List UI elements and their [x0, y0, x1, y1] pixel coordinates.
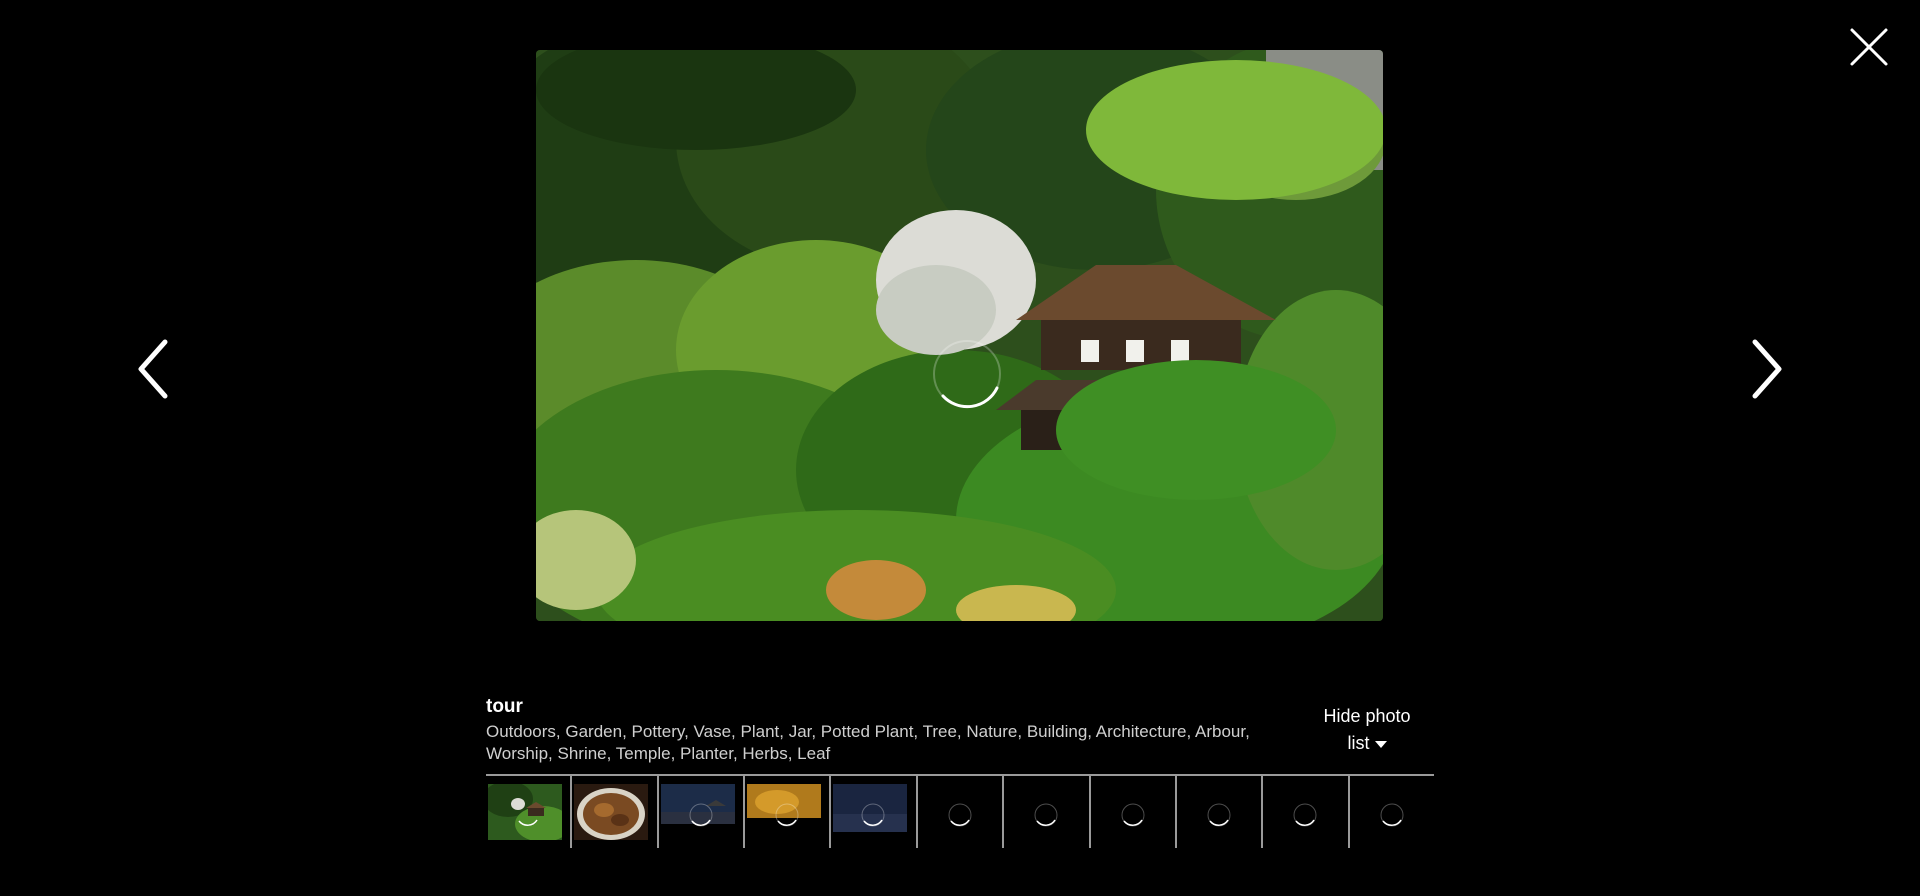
- hide-photo-list-button[interactable]: Hide photo list: [1307, 703, 1427, 757]
- thumbnail-loading-icon: [1292, 802, 1318, 828]
- thumbnail-loading-icon: [947, 802, 973, 828]
- thumbnail[interactable]: [918, 776, 1005, 848]
- thumbnail-loading-icon: [774, 802, 800, 828]
- close-button[interactable]: [1844, 22, 1894, 72]
- chevron-left-icon: [138, 339, 168, 399]
- thumbnail-loading-icon: [1033, 802, 1059, 828]
- main-photo: [536, 50, 1383, 621]
- thumbnail-strip: [486, 774, 1434, 848]
- thumbnail-loading-icon: [1120, 802, 1146, 828]
- photo-title: tour: [486, 696, 523, 717]
- hide-photo-list-label: Hide photo: [1323, 706, 1411, 726]
- loading-spinner: [931, 338, 1003, 410]
- thumbnail[interactable]: [1350, 776, 1434, 848]
- thumbnail[interactable]: [572, 776, 659, 848]
- thumbnail[interactable]: [659, 776, 746, 848]
- chevron-right-icon: [1752, 339, 1782, 399]
- thumbnail[interactable]: [745, 776, 832, 848]
- thumbnail-image: [574, 784, 649, 840]
- photo-tags: Outdoors, Garden, Pottery, Vase, Plant, …: [486, 722, 1250, 763]
- thumbnail-loading-icon: [1379, 802, 1405, 828]
- photo-viewer: tour Outdoors, Garden, Pottery, Vase, Pl…: [0, 0, 1920, 896]
- close-icon: [1850, 28, 1888, 66]
- thumbnail[interactable]: [1177, 776, 1264, 848]
- next-photo-button[interactable]: [1739, 334, 1789, 404]
- thumbnail[interactable]: [831, 776, 918, 848]
- previous-photo-button[interactable]: [131, 334, 181, 404]
- garden-temple-photo: [536, 50, 1383, 621]
- photo-info: tour Outdoors, Garden, Pottery, Vase, Pl…: [486, 695, 1433, 765]
- thumbnail[interactable]: [1004, 776, 1091, 848]
- caret-down-icon: [1374, 740, 1387, 748]
- thumbnail[interactable]: [486, 776, 573, 848]
- thumbnail[interactable]: [1091, 776, 1177, 848]
- thumbnail[interactable]: [1263, 776, 1350, 848]
- thumbnail-loading-icon: [860, 802, 886, 828]
- thumbnail-loading-icon: [688, 802, 714, 828]
- hide-photo-list-label-2: list: [1347, 733, 1370, 753]
- thumbnail-loading-icon: [1206, 802, 1232, 828]
- thumbnail-loading-icon: [515, 802, 541, 828]
